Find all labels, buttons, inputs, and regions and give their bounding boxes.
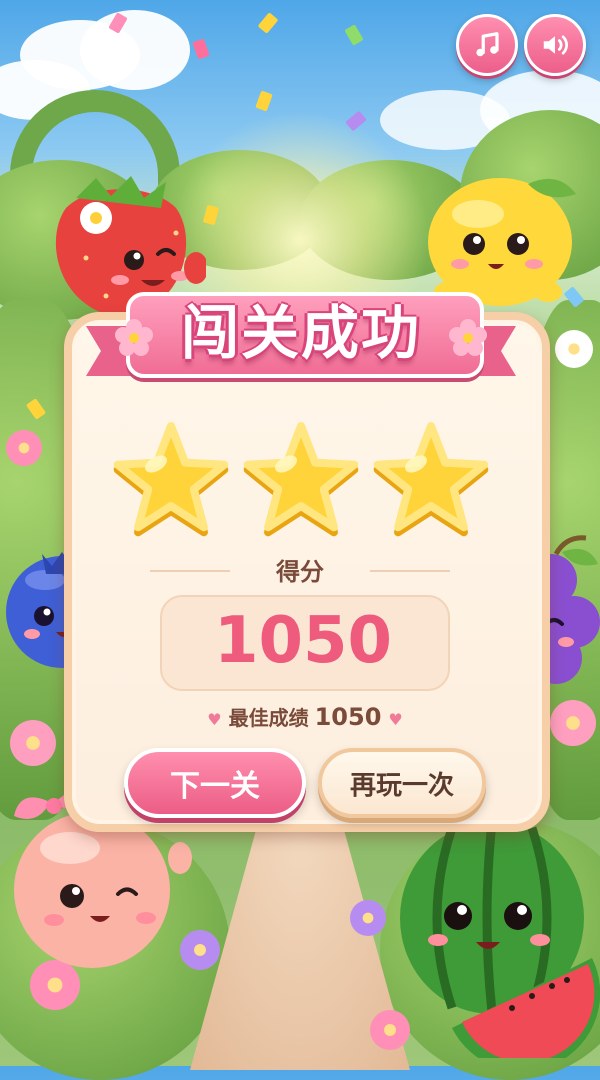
title-ribbon: 闯关成功 [86, 278, 516, 388]
best-score-value: 1050 [314, 703, 382, 731]
watermelon-character [400, 811, 600, 1058]
heart-icon: ♥ [207, 710, 222, 729]
best-score-label: 最佳成绩 [228, 706, 309, 730]
music-toggle-button[interactable] [456, 14, 518, 76]
score-label: 得分 [276, 558, 324, 586]
star-icon [113, 422, 229, 537]
next-level-button[interactable]: 下一关 [124, 748, 306, 818]
score-value: 1050 [213, 604, 393, 678]
star-icon [243, 422, 359, 537]
best-score: ♥ 最佳成绩 1050 ♥ [180, 702, 430, 731]
replay-button[interactable]: 再玩一次 [318, 748, 486, 818]
flower-icon [115, 319, 153, 356]
heart-icon: ♥ [388, 710, 403, 729]
speaker-icon [543, 35, 568, 55]
music-note-icon [476, 32, 499, 57]
sound-toggle-button[interactable] [524, 14, 586, 76]
star-icon [373, 422, 489, 537]
star-rating [112, 420, 492, 550]
flower-icon [449, 319, 487, 356]
